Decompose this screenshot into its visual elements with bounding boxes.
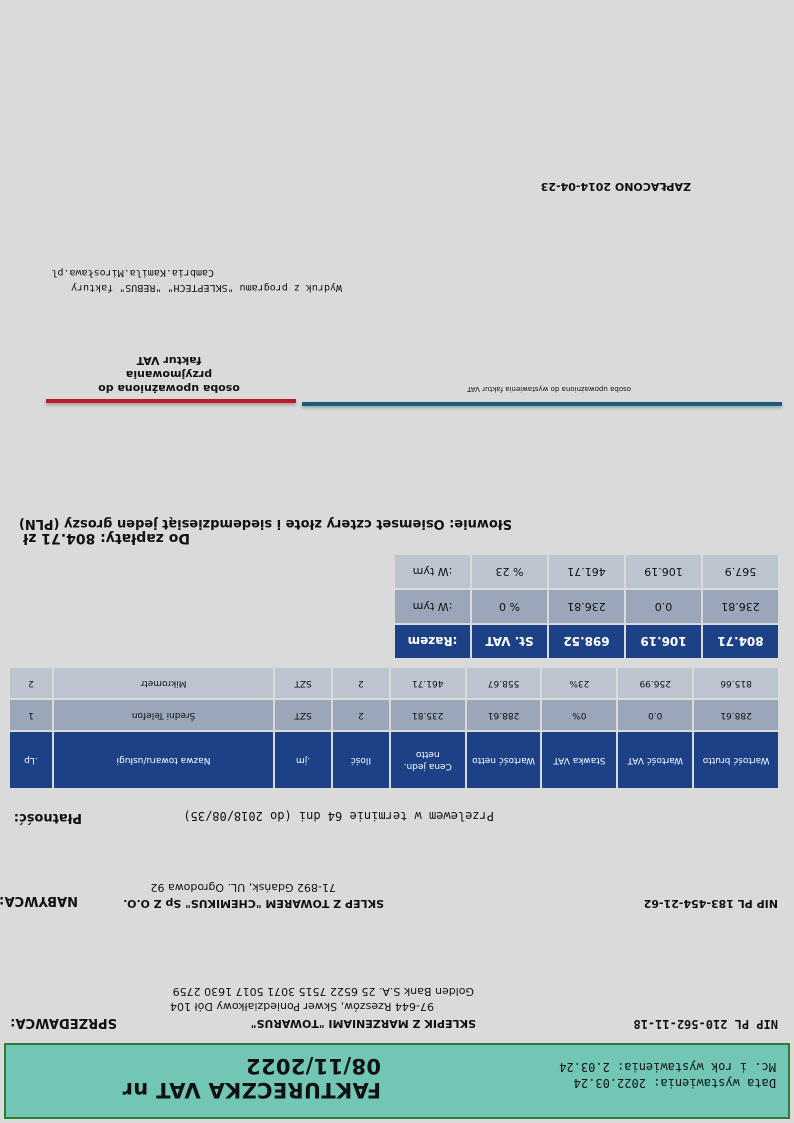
cell-name: Mikrometr	[53, 668, 274, 698]
items-table: Lp. Nazwa towaru/usługi jm. Ilość Cena j…	[8, 666, 780, 790]
contact-note: Cambria.Kamila.Mirosława.pl	[51, 267, 214, 278]
summary-net: 461.71	[549, 555, 624, 588]
cell-vat-rate: 23%	[542, 668, 617, 698]
buyer-label: NABYWCA:	[0, 893, 78, 908]
cell-name: Średni Telefon	[53, 700, 274, 730]
receiver-caption-line-2: faktur VAT	[136, 354, 202, 367]
invoice-title: FAKTURECZKA VAT nr 08/11/2022	[122, 1054, 381, 1102]
cell-vat-value: 256.99	[618, 668, 693, 698]
issuer-signature-caption: osoba upoważniona do wystawienia faktur …	[467, 385, 631, 393]
cell-lp: 1	[10, 700, 52, 730]
issuer-signature-line	[302, 402, 782, 406]
summary-vat: 0.0	[626, 590, 701, 623]
col-qty: Ilość	[332, 732, 389, 788]
summary-vat: 106.19	[626, 555, 701, 588]
cell-lp: 2	[10, 668, 52, 698]
issue-month-year: Mc. i rok wystawienia: 2.03.24	[559, 1060, 776, 1074]
cell-net-value: 558.67	[466, 668, 541, 698]
seller-bank-account: Golden Bank S.A. 25 6522 7515 3071 5017 …	[172, 985, 474, 998]
col-gross-value: Wartość brutto	[694, 732, 778, 788]
summary-rate-row: W tym: 23 % 461.71 106.19 567.9	[395, 555, 778, 588]
col-unit: jm.	[275, 732, 331, 788]
summary-total-row: Razem: St. VAT 698.52 106.19 804.71	[395, 625, 778, 658]
cell-unit: SZT	[275, 700, 331, 730]
invoice-page: FAKTURECZKA VAT nr 08/11/2022 Data wysta…	[0, 0, 794, 1123]
payment-label: Płatność:	[13, 810, 82, 825]
summary-gross: 804.71	[703, 625, 778, 658]
buyer-address: 71-892 Gdańsk, UL. Ogrodowa 92	[150, 881, 336, 894]
summary-net: 236.81	[549, 590, 624, 623]
summary-rate: 23 %	[472, 555, 547, 588]
seller-name: SKLEPIK Z MARZENIAMI "TOWARUS"	[250, 1017, 476, 1030]
cell-net-value: 288.61	[466, 700, 541, 730]
summary-gross: 236.81	[703, 590, 778, 623]
cell-vat-value: 0.0	[618, 700, 693, 730]
cell-unit-price: 461.71	[390, 668, 465, 698]
seller-nip: NIP PL 210-562-11-18	[633, 1017, 779, 1031]
summary-label: W tym:	[395, 590, 470, 623]
buyer-nip: NIP PL 183-454-21-62	[643, 897, 778, 910]
amount-in-words: Słownie: Osiemset cztery złote i siedemd…	[18, 516, 512, 531]
summary-label: W tym:	[395, 555, 470, 588]
col-vat-rate: Stawka VAT	[542, 732, 617, 788]
summary-vat: 106.19	[626, 625, 701, 658]
receiver-caption-line-1: osoba upoważniona do przyjmowania	[98, 368, 240, 395]
col-unit-price: Cena jedn. netto	[390, 732, 465, 788]
cell-gross-value: 815.66	[694, 668, 778, 698]
summary-rate: 0 %	[472, 590, 547, 623]
cell-unit: SZT	[275, 668, 331, 698]
seller-address: 97-644 Rzeszów, Skwer Poniedziałkowy Dół…	[170, 1000, 434, 1013]
table-row: 1 Średni Telefon SZT 2 235.81 288.61 0% …	[10, 700, 778, 730]
invoice-header: FAKTURECZKA VAT nr 08/11/2022 Data wysta…	[4, 1043, 790, 1119]
cell-qty: 2	[332, 700, 389, 730]
issue-date: Data wystawienia: 2022.03.24	[573, 1076, 776, 1090]
paid-stamp: ZAPŁACONO 2014-04-23	[540, 180, 691, 193]
col-vat-value: Wartość VAT	[618, 732, 693, 788]
col-net-value: Wartość netto	[466, 732, 541, 788]
cell-unit-price: 235.81	[390, 700, 465, 730]
cell-vat-rate: 0%	[542, 700, 617, 730]
receiver-signature-caption: osoba upoważniona do przyjmowania faktur…	[56, 353, 282, 395]
col-name: Nazwa towaru/usługi	[53, 732, 274, 788]
amount-due: Do zapłaty: 804.71 zł	[23, 530, 190, 546]
receiver-signature-line	[46, 399, 296, 403]
summary-net: 698.52	[549, 625, 624, 658]
summary-rate-row: W tym: 0 % 236.81 0.0 236.81	[395, 590, 778, 623]
vat-summary-table: Razem: St. VAT 698.52 106.19 804.71 W ty…	[393, 553, 780, 660]
seller-label: SPRZEDAWCA:	[10, 1015, 117, 1030]
cell-gross-value: 288.61	[694, 700, 778, 730]
payment-terms: Przelewem w terminie 64 dni (do 2018/08/…	[183, 809, 494, 823]
printout-note: Wydruk z programu "SKLEPTECH" "REBUS" fa…	[71, 282, 342, 293]
summary-label: Razem:	[395, 625, 470, 658]
buyer-name: SKLEP Z TOWAREM "CHEMIKUS" Sp Z O.O.	[123, 897, 384, 910]
cell-qty: 2	[332, 668, 389, 698]
table-row: 2 Mikrometr SZT 2 461.71 558.67 23% 256.…	[10, 668, 778, 698]
summary-rate: St. VAT	[472, 625, 547, 658]
summary-gross: 567.9	[703, 555, 778, 588]
items-header-row: Lp. Nazwa towaru/usługi jm. Ilość Cena j…	[10, 732, 778, 788]
col-lp: Lp.	[10, 732, 52, 788]
